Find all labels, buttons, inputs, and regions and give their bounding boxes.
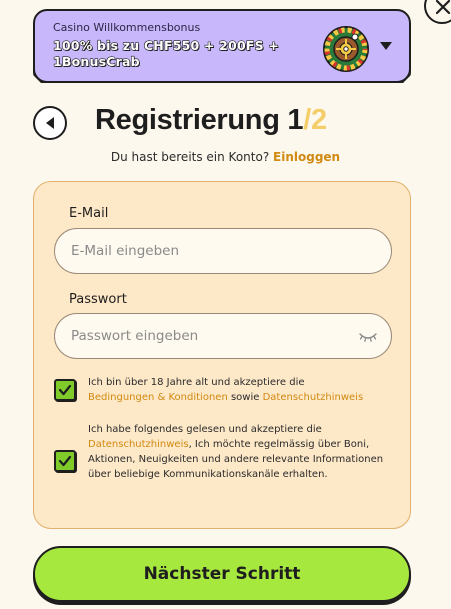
login-prompt: Du hast bereits ein Konto? Einloggen [0,150,451,164]
eye-closed-icon[interactable] [359,331,377,343]
consent-text-part: Ich habe folgendes gelesen und akzeptier… [88,424,322,435]
age-terms-consent: Ich bin über 18 Jahre alt und akzeptiere… [54,374,394,414]
consent-text-part: sowie [230,392,260,403]
chevron-down-icon[interactable] [379,41,393,51]
marketing-consent: Ich habe folgendes gelesen und akzeptier… [54,420,394,500]
step-total: /2 [303,104,327,136]
terms-link[interactable]: Bedingungen & Konditionen [88,392,228,403]
login-prompt-text: Du hast bereits ein Konto? [110,150,270,164]
page-title-text: Registrierung [95,104,280,136]
age-terms-text: Ich bin über 18 Jahre alt und akzeptiere… [88,375,388,405]
chevron-left-icon [46,117,54,129]
checkmark-icon [58,384,72,396]
password-input[interactable] [54,313,392,359]
privacy-link[interactable]: Datenschutzhinweis [263,392,364,403]
bonus-subtitle: Casino Willkommensbonus [53,21,201,34]
step-current: 1 [287,104,304,136]
next-step-button[interactable]: Nächster Schritt [33,546,411,602]
registration-form: E-Mail Passwort Ich bin über 18 Jahre al… [33,181,411,529]
consent-text-part: Ich bin über 18 Jahre alt und akzeptiere… [88,377,305,388]
close-icon [435,0,451,15]
checkmark-icon [58,455,72,467]
password-label: Passwort [69,292,127,307]
email-label: E-Mail [69,206,109,221]
bonus-title: 100% bis zu CHF550 + 200FS + 1BonusCrab [53,38,280,69]
welcome-bonus-banner[interactable]: Casino Willkommensbonus 100% bis zu CHF5… [33,9,411,83]
back-button[interactable] [33,106,67,140]
marketing-checkbox[interactable] [54,450,76,472]
login-link[interactable]: Einloggen [273,150,340,164]
close-button[interactable] [424,0,451,24]
email-input[interactable] [54,228,392,274]
roulette-wheel-icon [322,25,370,73]
marketing-text: Ich habe folgendes gelesen und akzeptier… [88,422,388,482]
privacy-link[interactable]: Datenschutzhinweis [88,439,189,450]
age-terms-checkbox[interactable] [54,379,76,401]
page-title: Registrierung 1/2 [95,104,327,137]
